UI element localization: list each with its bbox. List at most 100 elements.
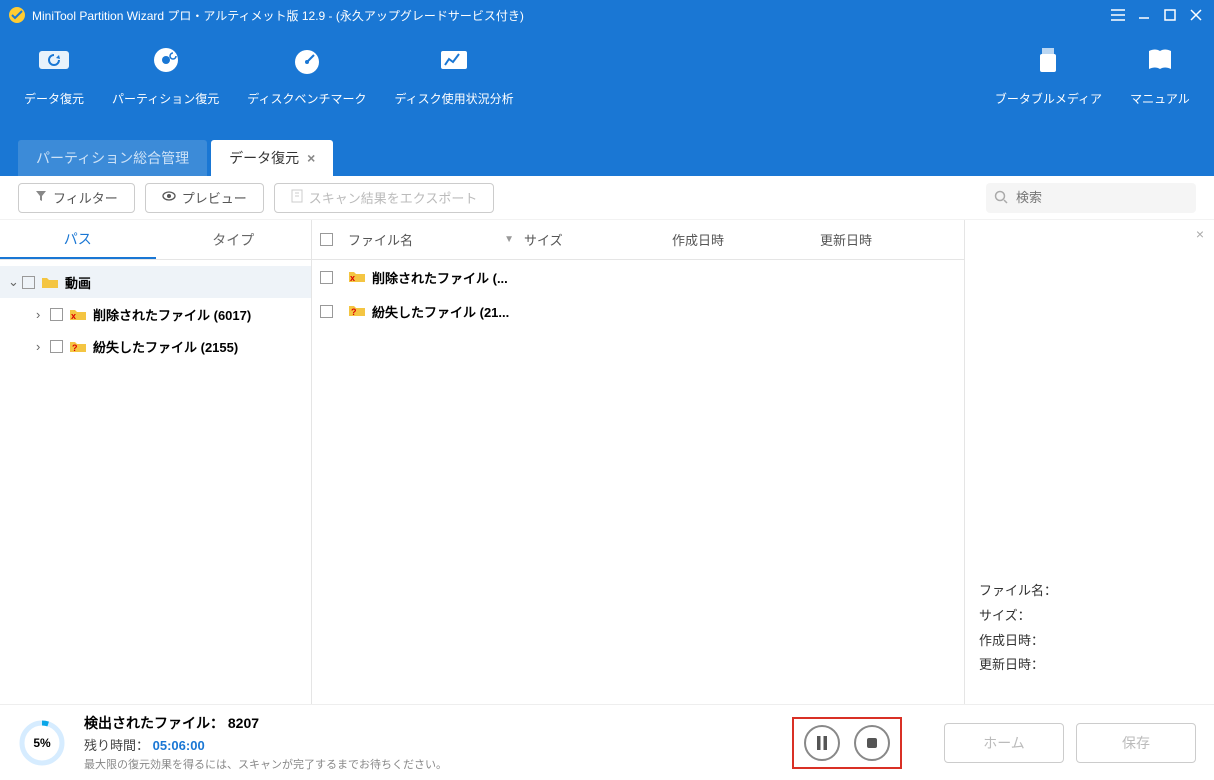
col-filename[interactable]: ファイル名▼ xyxy=(348,230,524,249)
disk-usage-icon xyxy=(436,42,472,78)
checkbox[interactable] xyxy=(50,308,63,321)
partition-recovery-icon xyxy=(148,42,184,78)
tool-disk-benchmark[interactable]: ディスクベンチマーク xyxy=(247,42,366,107)
tree: ⌄ 動画 › x 削除されたファイル (6017) › ? 紛失したファイル (… xyxy=(0,260,311,368)
tab-label: パーティション総合管理 xyxy=(36,150,189,166)
tab-data-recovery[interactable]: データ復元× xyxy=(211,140,333,176)
info-modified: 更新日時： xyxy=(979,653,1057,678)
found-line: 検出されたファイル： 8207 xyxy=(84,713,447,733)
filter-button[interactable]: フィルター xyxy=(18,183,135,213)
stop-button[interactable] xyxy=(854,725,890,761)
svg-text:?: ? xyxy=(72,343,78,353)
titlebar: MiniTool Partition Wizard プロ・アルティメット版 12… xyxy=(0,0,1214,30)
info-created: 作成日時： xyxy=(979,629,1057,654)
content: パス タイプ ⌄ 動画 › x 削除されたファイル (6017) › ? 紛失し… xyxy=(0,220,1214,704)
col-created[interactable]: 作成日時 xyxy=(672,230,820,249)
button-label: スキャン結果をエクスポート xyxy=(309,188,478,207)
folder-icon xyxy=(41,274,59,290)
usb-icon xyxy=(1030,42,1066,78)
col-modified[interactable]: 更新日時 xyxy=(820,230,960,249)
cell-filename: 削除されたファイル (... xyxy=(372,268,508,287)
tool-label: マニュアル xyxy=(1130,90,1190,107)
remain-line: 残り時間： 05:06:00 xyxy=(84,735,447,754)
chevron-right-icon[interactable]: › xyxy=(36,339,50,354)
main-tabs: パーティション総合管理 データ復元× xyxy=(0,138,1214,176)
table-row[interactable]: ? 紛失したファイル (21... xyxy=(312,294,964,328)
info-filename: ファイル名： xyxy=(979,579,1057,604)
status-block: 検出されたファイル： 8207 残り時間： 05:06:00 最大限の復元効果を… xyxy=(84,713,447,772)
tree-lost-files[interactable]: › ? 紛失したファイル (2155) xyxy=(0,330,311,362)
progress-ring: 5% xyxy=(18,719,66,767)
app-icon xyxy=(8,6,26,24)
eye-icon xyxy=(162,190,176,205)
chevron-right-icon[interactable]: › xyxy=(36,307,50,322)
preview-button[interactable]: プレビュー xyxy=(145,183,264,213)
tree-label: 動画 xyxy=(65,273,91,292)
tab-partition-management[interactable]: パーティション総合管理 xyxy=(18,140,207,176)
svg-text:x: x xyxy=(71,311,76,321)
left-panel: パス タイプ ⌄ 動画 › x 削除されたファイル (6017) › ? 紛失し… xyxy=(0,220,312,704)
tool-label: ディスクベンチマーク xyxy=(247,90,366,107)
chevron-down-icon[interactable]: ⌄ xyxy=(8,274,22,290)
row-checkbox[interactable] xyxy=(320,305,333,318)
tree-label: 削除されたファイル (6017) xyxy=(93,305,251,324)
subtab-path[interactable]: パス xyxy=(0,220,156,259)
footer: 5% 検出されたファイル： 8207 残り時間： 05:06:00 最大限の復元… xyxy=(0,704,1214,780)
remain-value: 05:06:00 xyxy=(153,738,205,753)
select-all-checkbox[interactable] xyxy=(320,233,333,246)
deleted-folder-icon: x xyxy=(69,306,87,322)
save-button[interactable]: 保存 xyxy=(1076,723,1196,763)
row-checkbox[interactable] xyxy=(320,271,333,284)
hint-text: 最大限の復元効果を得るには、スキャンが完了するまでお待ちください。 xyxy=(84,756,447,772)
sort-desc-icon: ▼ xyxy=(504,234,514,245)
minimize-button[interactable] xyxy=(1134,5,1154,25)
tool-label: ディスク使用状況分析 xyxy=(394,90,513,107)
data-recovery-icon xyxy=(36,42,72,78)
benchmark-icon xyxy=(289,42,325,78)
cell-filename: 紛失したファイル (21... xyxy=(372,302,509,321)
export-icon xyxy=(291,189,303,206)
col-size[interactable]: サイズ xyxy=(524,230,672,249)
tool-bootable-media[interactable]: ブータブルメディア xyxy=(995,42,1102,107)
button-label: フィルター xyxy=(53,188,118,207)
window-title: MiniTool Partition Wizard プロ・アルティメット版 12… xyxy=(32,7,1102,24)
tool-label: データ復元 xyxy=(24,90,84,107)
pause-button[interactable] xyxy=(804,725,840,761)
close-button[interactable] xyxy=(1186,5,1206,25)
tool-data-recovery[interactable]: データ復元 xyxy=(24,42,84,107)
checkbox[interactable] xyxy=(22,276,35,289)
maximize-button[interactable] xyxy=(1160,5,1180,25)
found-label: 検出されたファイル： xyxy=(84,715,224,731)
menu-icon[interactable] xyxy=(1108,5,1128,25)
button-label: プレビュー xyxy=(182,188,247,207)
tool-manual[interactable]: マニュアル xyxy=(1130,42,1190,107)
tool-disk-usage[interactable]: ディスク使用状況分析 xyxy=(394,42,513,107)
svg-text:x: x xyxy=(350,273,355,283)
search-icon xyxy=(994,190,1008,207)
table-row[interactable]: x 削除されたファイル (... xyxy=(312,260,964,294)
search-input[interactable] xyxy=(986,183,1196,213)
export-button[interactable]: スキャン結果をエクスポート xyxy=(274,183,495,213)
table-header: ファイル名▼ サイズ 作成日時 更新日時 xyxy=(312,220,964,260)
close-tab-icon[interactable]: × xyxy=(307,150,315,166)
svg-text:?: ? xyxy=(351,307,357,317)
scan-controls xyxy=(792,717,902,769)
tree-deleted-files[interactable]: › x 削除されたファイル (6017) xyxy=(0,298,311,330)
checkbox[interactable] xyxy=(50,340,63,353)
search-wrap xyxy=(986,183,1196,213)
subtab-type[interactable]: タイプ xyxy=(156,220,312,259)
file-list-panel: ファイル名▼ サイズ 作成日時 更新日時 x 削除されたファイル (... ? … xyxy=(312,220,964,704)
tool-partition-recovery[interactable]: パーティション復元 xyxy=(112,42,219,107)
home-button[interactable]: ホーム xyxy=(944,723,1064,763)
tree-root[interactable]: ⌄ 動画 xyxy=(0,266,311,298)
lost-folder-icon: ? xyxy=(69,338,87,354)
close-preview-icon[interactable]: × xyxy=(1196,226,1204,242)
table-body: x 削除されたファイル (... ? 紛失したファイル (21... xyxy=(312,260,964,704)
found-count: 8207 xyxy=(228,715,259,731)
subtabs: パス タイプ xyxy=(0,220,311,260)
lost-folder-icon: ? xyxy=(348,303,366,320)
tree-label: 紛失したファイル (2155) xyxy=(93,337,238,356)
book-icon xyxy=(1142,42,1178,78)
tool-label: ブータブルメディア xyxy=(995,90,1102,107)
remain-label: 残り時間： xyxy=(84,738,149,753)
